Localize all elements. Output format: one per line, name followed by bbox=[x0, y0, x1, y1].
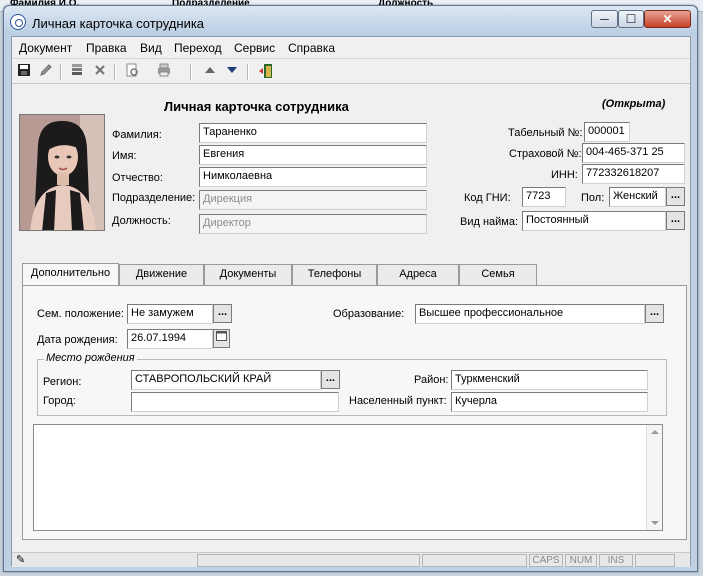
marital-status-label: Сем. положение: bbox=[37, 308, 124, 320]
scroll-up-icon[interactable] bbox=[651, 430, 659, 434]
tab-number-label: Табельный №: bbox=[508, 127, 583, 139]
status-panel bbox=[635, 554, 675, 567]
last-name-field[interactable]: Тараненко bbox=[199, 123, 427, 143]
window-title: Личная карточка сотрудника bbox=[32, 16, 205, 31]
edit-pencil-icon[interactable] bbox=[37, 63, 55, 81]
menu-view[interactable]: Вид bbox=[140, 41, 162, 55]
education-field[interactable]: Высшее профессиональное bbox=[415, 304, 645, 324]
toolbar bbox=[12, 60, 690, 84]
inn-label: ИНН: bbox=[551, 169, 578, 181]
card-status: (Открыта) bbox=[602, 98, 666, 110]
menu-service[interactable]: Сервис bbox=[234, 41, 275, 55]
app-icon[interactable] bbox=[10, 14, 26, 30]
birth-place-legend: Место рождения bbox=[44, 352, 137, 364]
tab-strip: Дополнительно Движение Документы Телефон… bbox=[22, 263, 687, 286]
tab-number-field[interactable]: 000001 bbox=[584, 122, 630, 142]
birth-date-field[interactable]: 26.07.1994 bbox=[127, 329, 213, 349]
position-field[interactable]: Директор bbox=[199, 214, 427, 234]
region-field[interactable]: СТАВРОПОЛЬСКИЙ КРАЙ bbox=[131, 370, 321, 390]
tab-family[interactable]: Семья bbox=[459, 264, 537, 285]
city-field[interactable] bbox=[131, 392, 339, 412]
tab-addresses[interactable]: Адреса bbox=[377, 264, 459, 285]
ins-indicator: INS bbox=[599, 554, 633, 567]
district-label: Район: bbox=[414, 374, 449, 386]
status-panel bbox=[422, 554, 527, 567]
status-panel bbox=[197, 554, 420, 567]
toolbar-separator bbox=[247, 64, 249, 80]
position-label: Должность: bbox=[112, 215, 171, 227]
menu-go[interactable]: Переход bbox=[174, 41, 222, 55]
delete-icon[interactable] bbox=[91, 63, 109, 81]
last-name-label: Фамилия: bbox=[112, 129, 162, 141]
inn-field[interactable]: 772332618207 bbox=[582, 164, 685, 184]
move-up-icon[interactable] bbox=[201, 63, 219, 81]
minimize-button[interactable]: ─ bbox=[591, 10, 618, 28]
gender-select-button[interactable]: ... bbox=[666, 187, 685, 206]
insurance-label: Страховой №: bbox=[509, 148, 582, 160]
preview-icon[interactable] bbox=[123, 63, 141, 81]
calendar-icon[interactable] bbox=[213, 329, 230, 348]
maximize-button[interactable]: ☐ bbox=[618, 10, 644, 28]
birth-place-group: Место рождения Регион: СТАВРОПОЛЬСКИЙ КР… bbox=[37, 352, 667, 416]
tab-phones[interactable]: Телефоны bbox=[292, 264, 377, 285]
close-button[interactable]: ✕ bbox=[644, 10, 691, 28]
hire-type-select-button[interactable]: ... bbox=[666, 211, 685, 230]
education-select-button[interactable]: ... bbox=[645, 304, 664, 323]
caps-indicator: CAPS bbox=[529, 554, 563, 567]
gni-code-label: Код ГНИ: bbox=[464, 192, 511, 204]
region-label: Регион: bbox=[43, 376, 82, 388]
tab-documents[interactable]: Документы bbox=[204, 264, 292, 285]
menu-edit[interactable]: Правка bbox=[86, 41, 127, 55]
status-bar: ✎ CAPS NUM INS bbox=[12, 552, 690, 567]
locality-field[interactable]: Кучерла bbox=[451, 392, 648, 412]
tab-additional[interactable]: Дополнительно bbox=[22, 263, 119, 286]
print-icon[interactable] bbox=[155, 63, 173, 81]
tab-movement[interactable]: Движение bbox=[119, 264, 204, 285]
insurance-field[interactable]: 004-465-371 25 bbox=[582, 143, 685, 163]
hire-type-field[interactable]: Постоянный bbox=[522, 211, 666, 231]
move-down-icon[interactable] bbox=[223, 63, 241, 81]
card-title: Личная карточка сотрудника bbox=[164, 99, 349, 114]
hire-type-label: Вид найма: bbox=[460, 216, 519, 228]
marital-status-select-button[interactable]: ... bbox=[213, 304, 232, 323]
scroll-down-icon[interactable] bbox=[651, 521, 659, 525]
gender-label: Пол: bbox=[581, 192, 605, 204]
first-name-label: Имя: bbox=[112, 150, 137, 162]
menu-document[interactable]: Документ bbox=[19, 41, 72, 55]
birth-date-label: Дата рождения: bbox=[37, 334, 118, 346]
post-icon[interactable] bbox=[68, 63, 86, 81]
employee-card-window: Личная карточка сотрудника ─ ☐ ✕ Докумен… bbox=[3, 5, 698, 572]
patronymic-label: Отчество: bbox=[112, 172, 163, 184]
title-bar[interactable]: Личная карточка сотрудника ─ ☐ ✕ bbox=[4, 6, 697, 36]
first-name-field[interactable]: Евгения bbox=[199, 145, 427, 165]
toolbar-separator bbox=[190, 64, 192, 80]
save-icon[interactable] bbox=[15, 63, 33, 81]
num-indicator: NUM bbox=[565, 554, 597, 567]
client-area: Документ Правка Вид Переход Сервис Справ… bbox=[11, 36, 691, 567]
city-label: Город: bbox=[43, 395, 76, 407]
toolbar-separator bbox=[114, 64, 116, 80]
employee-photo bbox=[19, 114, 105, 231]
edit-mode-icon: ✎ bbox=[16, 554, 26, 566]
department-label: Подразделение: bbox=[112, 192, 196, 204]
education-label: Образование: bbox=[333, 308, 405, 320]
region-select-button[interactable]: ... bbox=[321, 370, 340, 389]
toolbar-separator bbox=[60, 64, 62, 80]
locality-label: Населенный пункт: bbox=[349, 395, 447, 407]
tab-panel-additional: Сем. положение: Не замужем ... Образован… bbox=[22, 285, 687, 540]
menu-bar: Документ Правка Вид Переход Сервис Справ… bbox=[12, 37, 690, 59]
department-field[interactable]: Дирекция bbox=[199, 190, 427, 210]
district-field[interactable]: Туркменский bbox=[451, 370, 648, 390]
notes-scrollbar[interactable] bbox=[646, 425, 662, 530]
menu-help[interactable]: Справка bbox=[288, 41, 335, 55]
notes-textarea[interactable] bbox=[33, 424, 663, 531]
gender-field[interactable]: Женский bbox=[609, 187, 666, 207]
gni-code-field[interactable]: 7723 bbox=[522, 187, 566, 207]
patronymic-field[interactable]: Нимколаевна bbox=[199, 167, 427, 187]
marital-status-field[interactable]: Не замужем bbox=[127, 304, 213, 324]
exit-door-icon[interactable] bbox=[257, 63, 275, 81]
